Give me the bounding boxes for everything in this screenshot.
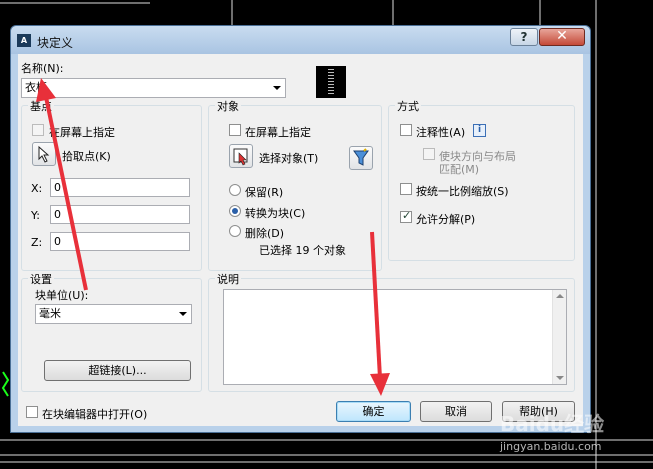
watermark-url: jingyan.baidu.com (500, 440, 602, 453)
watermark-logo: Baidu经验 (500, 408, 604, 437)
annotation-arrows (36, 78, 390, 396)
watermark-text: Baidu经验 (500, 412, 605, 436)
